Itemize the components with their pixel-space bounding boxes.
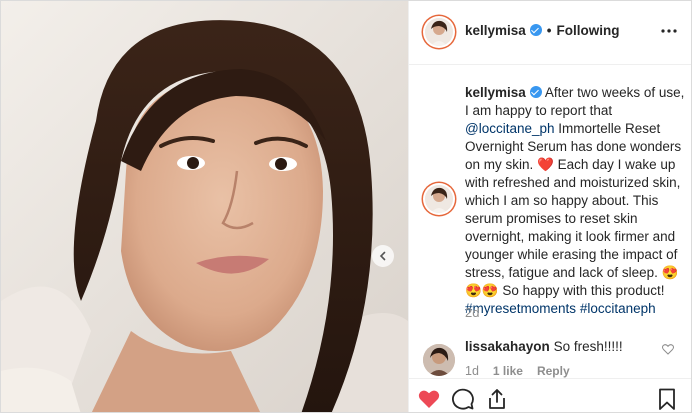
caption-text: Immortelle Reset Overnight Serum has don… xyxy=(465,121,682,298)
heart-icon-filled[interactable] xyxy=(417,387,441,411)
comment-time[interactable]: 1d xyxy=(465,364,479,378)
selfie-image xyxy=(1,1,408,412)
caption-timestamp[interactable]: 2d xyxy=(465,305,479,320)
post-caption: kellymisa After two weeks of use, I am h… xyxy=(465,84,687,318)
chevron-left-icon xyxy=(379,251,386,261)
caption-author-avatar[interactable] xyxy=(423,183,455,215)
post-header: kellymisa • Following xyxy=(409,1,691,65)
following-button[interactable]: Following xyxy=(557,23,620,38)
bookmark-icon[interactable] xyxy=(655,387,679,411)
author-username[interactable]: kellymisa xyxy=(465,23,526,38)
caption-username[interactable]: kellymisa xyxy=(465,85,526,100)
more-options-icon[interactable] xyxy=(660,25,678,37)
mention-link[interactable]: @loccitane_ph xyxy=(465,121,555,136)
author-avatar[interactable] xyxy=(423,16,455,48)
post-details-panel: kellymisa • Following kellymisa After two … xyxy=(408,1,691,412)
comment-like-heart-icon[interactable] xyxy=(662,344,674,355)
comment-likes[interactable]: 1 like xyxy=(493,364,523,378)
comment-meta: 1d 1 like Reply xyxy=(465,364,584,378)
reply-button[interactable]: Reply xyxy=(537,364,570,378)
hashtag-link[interactable]: #loccitaneph xyxy=(580,301,656,316)
hashtag-link[interactable]: #myresetmoments xyxy=(465,301,576,316)
verified-badge-icon xyxy=(529,24,542,36)
post-photo[interactable] xyxy=(1,1,408,412)
comment-icon[interactable] xyxy=(451,387,475,411)
comment-text: So fresh!!!!! xyxy=(553,339,623,354)
comment-row: lissakahayon So fresh!!!!! xyxy=(465,338,623,356)
verified-badge-icon xyxy=(529,86,542,98)
commenter-avatar[interactable] xyxy=(423,344,455,376)
action-bar xyxy=(409,378,691,412)
header-user-line: kellymisa • Following xyxy=(465,23,620,38)
share-icon[interactable] xyxy=(485,387,509,411)
prev-photo-button[interactable] xyxy=(372,245,394,267)
instagram-post-modal: kellymisa • Following kellymisa After two … xyxy=(0,0,692,413)
comments-scroll-area[interactable]: kellymisa After two weeks of use, I am h… xyxy=(409,66,691,378)
commenter-username[interactable]: lissakahayon xyxy=(465,339,550,354)
separator-dot: • xyxy=(546,23,552,38)
